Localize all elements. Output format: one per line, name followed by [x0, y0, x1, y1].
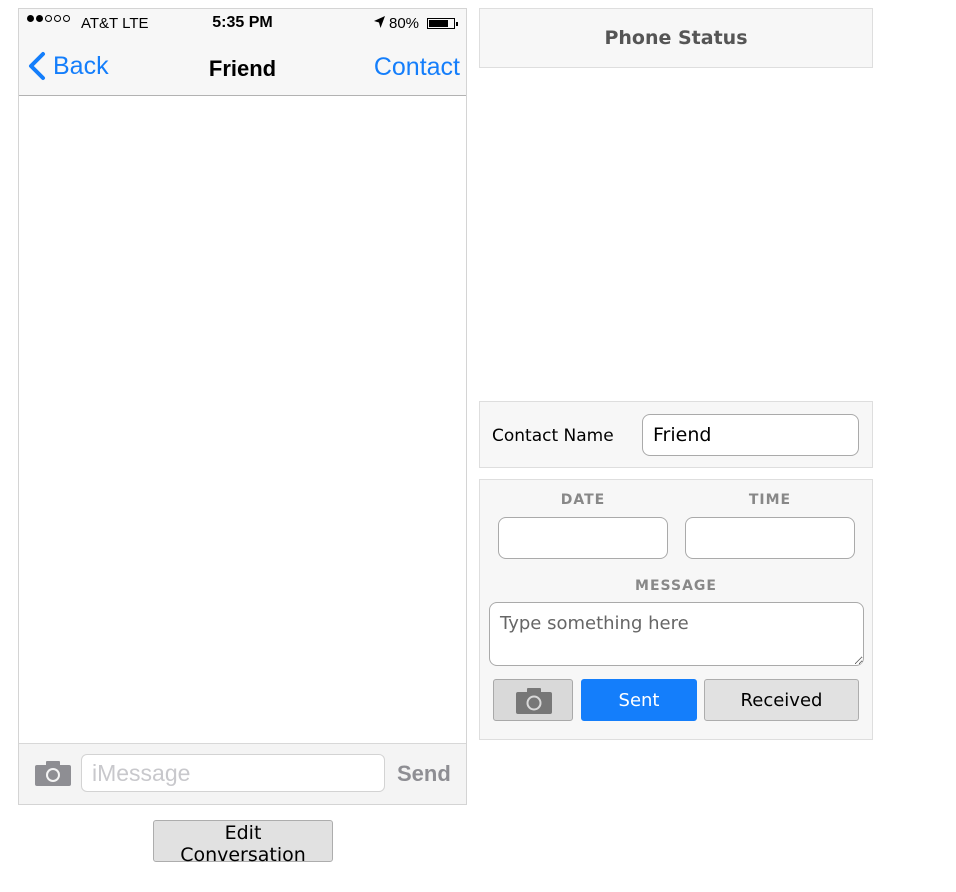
contact-name-input[interactable] [642, 414, 859, 456]
message-editor-panel: DATE TIME MESSAGE Sent Received [479, 479, 873, 740]
phone-status-header[interactable]: Phone Status [479, 8, 873, 68]
phone-preview: AT&T LTE 5:35 PM 80% Back Friend Contact… [18, 8, 467, 805]
send-button[interactable]: Send [397, 761, 451, 787]
time-input[interactable] [685, 517, 855, 559]
imessage-input[interactable] [81, 754, 385, 792]
edit-conversation-button[interactable]: Edit Conversation [153, 820, 333, 866]
camera-icon [516, 688, 552, 714]
contact-name-label: Contact Name [492, 426, 614, 446]
message-thread[interactable] [19, 96, 466, 745]
status-bar: AT&T LTE 5:35 PM 80% [19, 9, 466, 37]
message-textarea[interactable] [489, 602, 864, 666]
time-label: TIME [748, 492, 792, 508]
battery-icon [427, 18, 458, 29]
message-label: MESSAGE [635, 578, 717, 594]
battery-percent: 80% [389, 15, 420, 32]
contact-button[interactable]: Contact [374, 53, 460, 82]
contact-name-panel: Contact Name [479, 401, 873, 468]
date-input[interactable] [498, 517, 668, 559]
message-composer: Send [19, 743, 466, 804]
date-label: DATE [560, 492, 606, 508]
sent-button[interactable]: Sent [581, 679, 697, 721]
attach-photo-button[interactable] [493, 679, 573, 721]
nav-bar: Back Friend Contact [19, 37, 466, 96]
camera-icon[interactable] [35, 760, 71, 786]
location-arrow-icon [373, 15, 386, 33]
received-button[interactable]: Received [704, 679, 859, 721]
